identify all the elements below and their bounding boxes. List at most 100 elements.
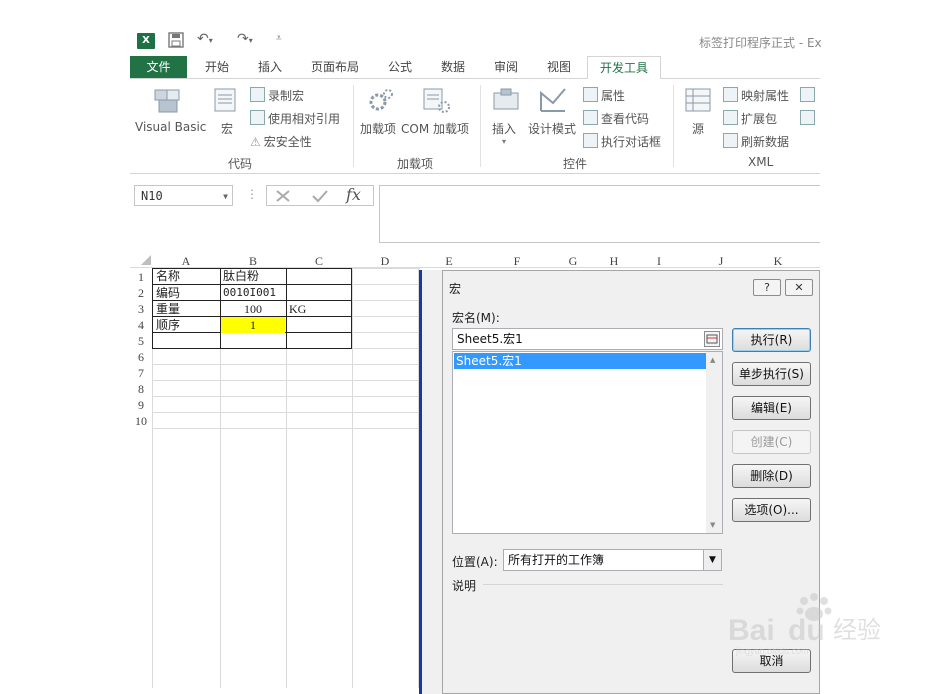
properties-button[interactable]: 属性 [583, 87, 625, 104]
gridline [152, 428, 420, 429]
row-header[interactable]: 1 [130, 269, 152, 285]
record-macro-button[interactable]: 录制宏 [250, 87, 304, 104]
cell-b2[interactable]: 0010I001 [223, 285, 276, 301]
cell-a1[interactable]: 名称 [156, 268, 180, 284]
delete-button[interactable]: 删除(D) [732, 464, 811, 488]
column-header[interactable]: A [152, 254, 220, 268]
run-dialog-label: 执行对话框 [601, 135, 662, 149]
tab-file[interactable]: 文件 [130, 56, 187, 78]
row-header[interactable]: 6 [130, 349, 152, 365]
column-header[interactable]: C [286, 254, 352, 268]
column-header[interactable]: G [554, 254, 592, 268]
formula-bar-grip: ⋮ [246, 187, 258, 201]
gridline [152, 380, 420, 381]
cell-a3[interactable]: 重量 [156, 301, 180, 317]
row-header[interactable]: 3 [130, 301, 152, 317]
description-label: 说明 [452, 579, 477, 593]
column-header[interactable]: D [352, 254, 418, 268]
xml-source-button[interactable]: 源 [692, 120, 704, 137]
chevron-down-icon[interactable]: ▼ [223, 186, 228, 207]
scroll-down-icon[interactable]: ▼ [710, 521, 715, 529]
refresh-data-button[interactable]: 刷新数据 [723, 133, 789, 150]
column-header[interactable]: E [418, 254, 480, 268]
refresh-data-label: 刷新数据 [741, 135, 790, 149]
insert-controls-button[interactable]: 插入 [492, 120, 516, 137]
column-header[interactable]: F [480, 254, 554, 268]
design-mode-button[interactable]: 设计模式 [528, 120, 576, 137]
customize-qat-icon[interactable]: ⩡ [276, 33, 282, 44]
group-separator [480, 85, 481, 167]
row-header[interactable]: 5 [130, 333, 152, 349]
undo-icon[interactable]: ↶▾ [197, 31, 213, 47]
run-dialog-button[interactable]: 执行对话框 [583, 133, 661, 150]
macro-name-value: Sheet5.宏1 [457, 332, 523, 346]
record-macro-label: 录制宏 [268, 89, 305, 103]
name-box[interactable]: N10 ▼ [134, 185, 233, 206]
tab-page-layout[interactable]: 页面布局 [302, 56, 368, 78]
location-select[interactable]: 所有打开的工作簿 ▼ [503, 549, 722, 571]
insert-controls-icon [492, 87, 520, 113]
cell-a4[interactable]: 顺序 [156, 317, 180, 333]
select-all-icon[interactable] [140, 254, 152, 266]
xml-source-icon [684, 87, 712, 113]
save-icon[interactable] [168, 32, 184, 52]
tab-home[interactable]: 开始 [194, 56, 240, 78]
group-label-controls: 控件 [563, 157, 588, 171]
help-button[interactable]: ? [753, 279, 781, 296]
edit-button[interactable]: 编辑(E) [732, 396, 811, 420]
tab-formulas[interactable]: 公式 [377, 56, 423, 78]
tab-review[interactable]: 审阅 [483, 56, 529, 78]
export-icon[interactable] [800, 110, 818, 126]
addins-button[interactable]: 加载项 [360, 120, 396, 137]
view-code-button[interactable]: 查看代码 [583, 110, 649, 127]
cancel-entry-icon[interactable] [275, 189, 291, 203]
macros-button[interactable]: 宏 [221, 120, 233, 137]
group-label-xml: XML [748, 155, 774, 169]
expansion-packs-button[interactable]: 扩展包 [723, 110, 777, 127]
tab-data[interactable]: 数据 [430, 56, 476, 78]
tab-insert[interactable]: 插入 [247, 56, 293, 78]
column-header[interactable]: H [592, 254, 636, 268]
row-header[interactable]: 7 [130, 365, 152, 381]
create-button[interactable]: 创建(C) [732, 430, 811, 454]
import-icon[interactable] [800, 87, 818, 103]
column-header[interactable]: B [220, 254, 286, 268]
close-button[interactable]: ✕ [785, 279, 813, 296]
column-header[interactable]: I [636, 254, 682, 268]
row-header[interactable]: 10 [130, 413, 152, 429]
scrollbar[interactable]: ▲ ▼ [706, 352, 722, 533]
baidu-watermark-logo: Bai du 经验 jingyan.baidu.com [728, 593, 881, 656]
row-header[interactable]: 9 [130, 397, 152, 413]
cell-a2[interactable]: 编码 [156, 285, 180, 301]
relative-reference-button[interactable]: 使用相对引用 [250, 110, 340, 127]
chevron-down-icon[interactable]: ▼ [703, 550, 721, 570]
tab-view[interactable]: 视图 [536, 56, 582, 78]
row-header[interactable]: 2 [130, 285, 152, 301]
cell-b4[interactable]: 1 [221, 317, 285, 333]
column-header[interactable]: K [760, 254, 796, 268]
macro-security-button[interactable]: ⚠ 宏安全性 [250, 133, 312, 150]
scroll-up-icon[interactable]: ▲ [710, 356, 715, 364]
row-header[interactable]: 8 [130, 381, 152, 397]
macro-name-input[interactable]: Sheet5.宏1 [452, 328, 723, 350]
formula-input[interactable] [379, 185, 820, 243]
tab-developer[interactable]: 开发工具 [587, 56, 661, 80]
run-button[interactable]: 执行(R) [732, 328, 811, 352]
confirm-entry-icon[interactable] [311, 189, 329, 203]
cell-c3[interactable]: KG [289, 301, 306, 317]
visual-basic-button[interactable]: Visual Basic [135, 120, 206, 134]
com-addins-button[interactable]: COM 加载项 [401, 120, 469, 137]
redo-icon[interactable]: ↷▾ [237, 31, 253, 47]
column-header[interactable]: J [682, 254, 760, 268]
insert-function-icon[interactable]: fx [346, 185, 361, 204]
collapse-dialog-icon[interactable] [704, 331, 720, 347]
macro-list[interactable]: Sheet5.宏1 ▲ ▼ [452, 351, 723, 534]
step-into-button[interactable]: 单步执行(S) [732, 362, 811, 386]
cell-b3[interactable]: 100 [221, 301, 285, 317]
options-button[interactable]: 选项(O)... [732, 498, 811, 522]
cell-b1[interactable]: 肽白粉 [223, 268, 259, 284]
map-properties-button[interactable]: 映射属性 [723, 87, 789, 104]
svg-text:jingyan.baidu.com: jingyan.baidu.com [735, 646, 809, 656]
list-item[interactable]: Sheet5.宏1 [454, 353, 706, 369]
row-header[interactable]: 4 [130, 317, 152, 333]
